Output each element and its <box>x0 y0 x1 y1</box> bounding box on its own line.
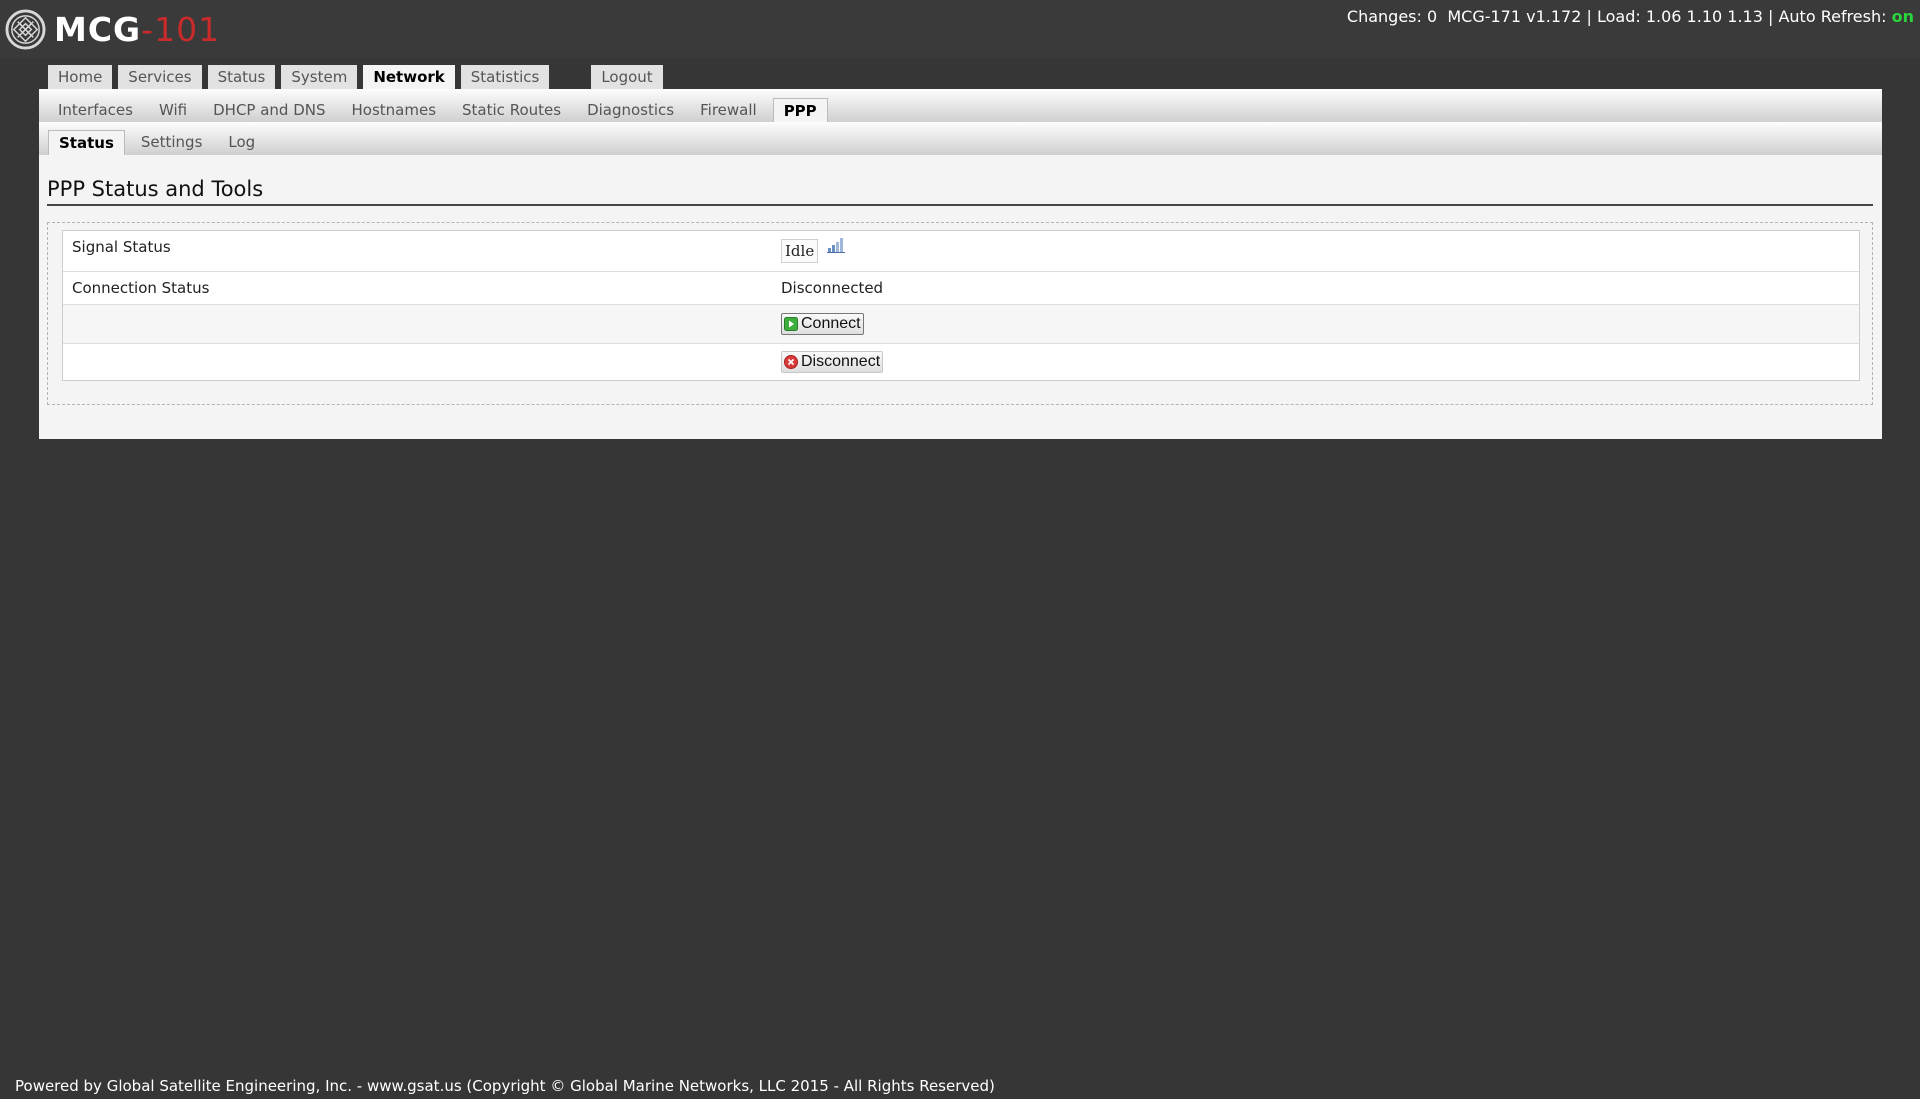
subtab-interfaces[interactable]: Interfaces <box>48 98 143 122</box>
load-value: 1.06 1.10 1.13 <box>1645 7 1763 26</box>
network-subnav-tabs: Interfaces Wifi DHCP and DNS Hostnames S… <box>48 98 834 123</box>
connect-button[interactable]: Connect <box>781 313 864 335</box>
signal-status-value: Idle <box>781 239 819 263</box>
subtab-firewall[interactable]: Firewall <box>690 98 767 122</box>
disconnect-button-label: Disconnect <box>801 353 881 370</box>
logo-text: MCG-101 <box>54 13 220 46</box>
connection-status-label: Connection Status <box>72 279 210 297</box>
subtab-diagnostics[interactable]: Diagnostics <box>577 98 684 122</box>
ppp-tab-status[interactable]: Status <box>48 130 125 155</box>
subtab-ppp[interactable]: PPP <box>772 98 828 123</box>
tab-home[interactable]: Home <box>48 65 113 89</box>
tab-network[interactable]: Network <box>363 65 455 90</box>
close-circle-icon <box>784 355 798 369</box>
signal-status-row: Signal Status Idle <box>63 231 1859 272</box>
logo-text-separator: - <box>141 9 155 49</box>
tab-status[interactable]: Status <box>207 65 276 89</box>
ppp-status-fieldset: Signal Status Idle Connection Status Dis… <box>47 222 1873 405</box>
subtab-wifi[interactable]: Wifi <box>149 98 197 122</box>
footer-copyright: Powered by Global Satellite Engineering,… <box>15 1077 995 1095</box>
tab-services[interactable]: Services <box>118 65 202 89</box>
header-bar: MCG-101 Changes: 0 MCG-171 v1.172 | Load… <box>0 0 1920 58</box>
connect-row: Connect <box>63 305 1859 344</box>
tab-statistics[interactable]: Statistics <box>460 65 550 89</box>
connect-cell: Connect <box>781 313 1859 335</box>
device-version: MCG-171 v1.172 <box>1447 7 1582 26</box>
logout-button[interactable]: Logout <box>591 65 663 89</box>
signal-status-value-cell: Idle <box>781 237 1859 263</box>
changes-label: Changes: <box>1346 7 1422 26</box>
logo-text-main: MCG <box>54 9 142 49</box>
subtab-hostnames[interactable]: Hostnames <box>342 98 447 122</box>
disconnect-button[interactable]: Disconnect <box>781 351 884 373</box>
ppp-tab-log[interactable]: Log <box>218 130 265 154</box>
disconnect-row: Disconnect <box>63 344 1859 380</box>
logo-text-number: 101 <box>154 9 221 49</box>
header-status-line: Changes: 0 MCG-171 v1.172 | Load: 1.06 1… <box>1347 7 1914 26</box>
globe-logo-icon <box>5 8 46 50</box>
main-panel: Interfaces Wifi DHCP and DNS Hostnames S… <box>39 89 1882 439</box>
subtab-static-routes[interactable]: Static Routes <box>452 98 571 122</box>
logo[interactable]: MCG-101 <box>5 8 220 50</box>
page-title: PPP Status and Tools <box>47 176 1873 206</box>
status-separator: | <box>1586 7 1592 26</box>
connection-status-row: Connection Status Disconnected <box>63 272 1859 305</box>
status-separator: | <box>1767 7 1774 26</box>
play-icon <box>784 317 798 331</box>
top-nav-tabs: Home Services Status System Network Stat… <box>48 65 669 90</box>
auto-refresh-toggle[interactable]: on <box>1892 7 1914 26</box>
ppp-status-table: Signal Status Idle Connection Status Dis… <box>62 230 1860 381</box>
connection-status-value: Disconnected <box>781 279 884 297</box>
connect-button-label: Connect <box>801 315 861 332</box>
ppp-subnav-bar: Status Settings Log <box>39 122 1882 155</box>
changes-value[interactable]: 0 <box>1427 7 1437 26</box>
auto-refresh-label: Auto Refresh: <box>1778 7 1887 26</box>
ppp-tab-settings[interactable]: Settings <box>131 130 213 154</box>
disconnect-cell: Disconnect <box>781 351 1859 373</box>
signal-status-label: Signal Status <box>72 238 171 256</box>
load-label: Load: <box>1596 7 1641 26</box>
tab-system[interactable]: System <box>281 65 358 89</box>
ppp-subnav-tabs: Status Settings Log <box>48 130 271 155</box>
signal-bars-icon <box>826 237 845 257</box>
subtab-dhcp-dns[interactable]: DHCP and DNS <box>203 98 335 122</box>
network-subnav-bar: Interfaces Wifi DHCP and DNS Hostnames S… <box>39 89 1882 123</box>
